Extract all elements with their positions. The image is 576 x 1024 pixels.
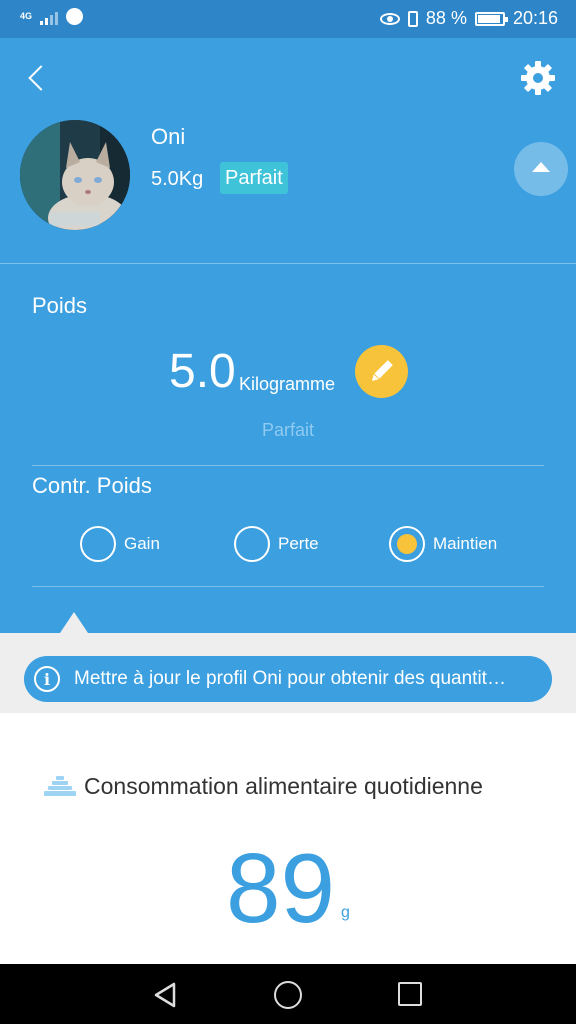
divider <box>0 263 576 264</box>
info-icon: i <box>34 666 60 692</box>
radio-button-selected[interactable] <box>389 526 425 562</box>
radio-button[interactable] <box>80 526 116 562</box>
weight-value: 5.0 <box>169 345 236 398</box>
radio-button[interactable] <box>234 526 270 562</box>
back-button[interactable] <box>24 62 52 94</box>
food-title: Consommation alimentaire quotidienne <box>84 772 483 799</box>
radio-perte[interactable]: Perte <box>234 526 319 562</box>
food-title-row: Consommation alimentaire quotidienne <box>42 772 483 800</box>
pencil-icon <box>371 360 393 382</box>
battery-percent: 88 % <box>425 8 467 28</box>
pet-header: Oni 5.0Kg Parfait Poids 5.0 Kilogramme P… <box>0 38 576 633</box>
navigation-bar <box>0 964 576 1024</box>
divider <box>32 465 544 466</box>
pet-name: Oni <box>151 124 186 149</box>
nav-recent-icon[interactable] <box>398 982 422 1006</box>
pet-weight: 5.0Kg <box>151 168 204 190</box>
radio-maintien[interactable]: Maintien <box>389 526 497 562</box>
eye-icon <box>379 12 400 25</box>
banner-text: Mettre à jour le profil Oni pour obtenir… <box>74 668 506 689</box>
network-type: 4G <box>20 11 33 21</box>
pointer-arrow <box>60 612 88 633</box>
nav-back-icon[interactable] <box>150 980 180 1010</box>
cat-photo <box>20 120 130 230</box>
radio-label: Gain <box>124 534 160 553</box>
vibrate-icon <box>407 10 418 27</box>
avatar[interactable] <box>20 120 130 230</box>
weight-section-title: Poids <box>32 293 88 318</box>
info-band: i Mettre à jour le profil Oni pour obten… <box>0 633 576 713</box>
status-badge: Parfait <box>220 162 288 194</box>
settings-button[interactable] <box>520 60 556 96</box>
gear-icon <box>521 61 555 95</box>
food-pile-icon <box>44 776 76 796</box>
food-unit: g <box>341 904 350 921</box>
clock: 20:16 <box>512 8 558 28</box>
status-right: 88 % 20:16 <box>379 8 558 29</box>
divider <box>32 586 544 587</box>
messenger-icon <box>66 8 84 25</box>
radio-gain[interactable]: Gain <box>80 526 160 562</box>
radio-label: Maintien <box>433 534 498 553</box>
status-bar: 4G 88 % 20:16 <box>0 0 576 38</box>
signal-icon <box>40 9 59 25</box>
weight-control-title: Contr. Poids <box>32 473 152 498</box>
edit-weight-button[interactable] <box>355 345 408 398</box>
weight-status: Parfait <box>261 420 315 440</box>
radio-label: Perte <box>278 534 319 553</box>
collapse-button[interactable] <box>514 142 568 196</box>
status-left: 4G <box>20 8 84 25</box>
update-profile-banner[interactable]: i Mettre à jour le profil Oni pour obten… <box>24 656 552 702</box>
food-value: 89 <box>226 833 336 943</box>
battery-icon <box>474 11 508 26</box>
nav-home-icon[interactable] <box>274 981 302 1009</box>
weight-unit: Kilogramme <box>239 374 336 394</box>
